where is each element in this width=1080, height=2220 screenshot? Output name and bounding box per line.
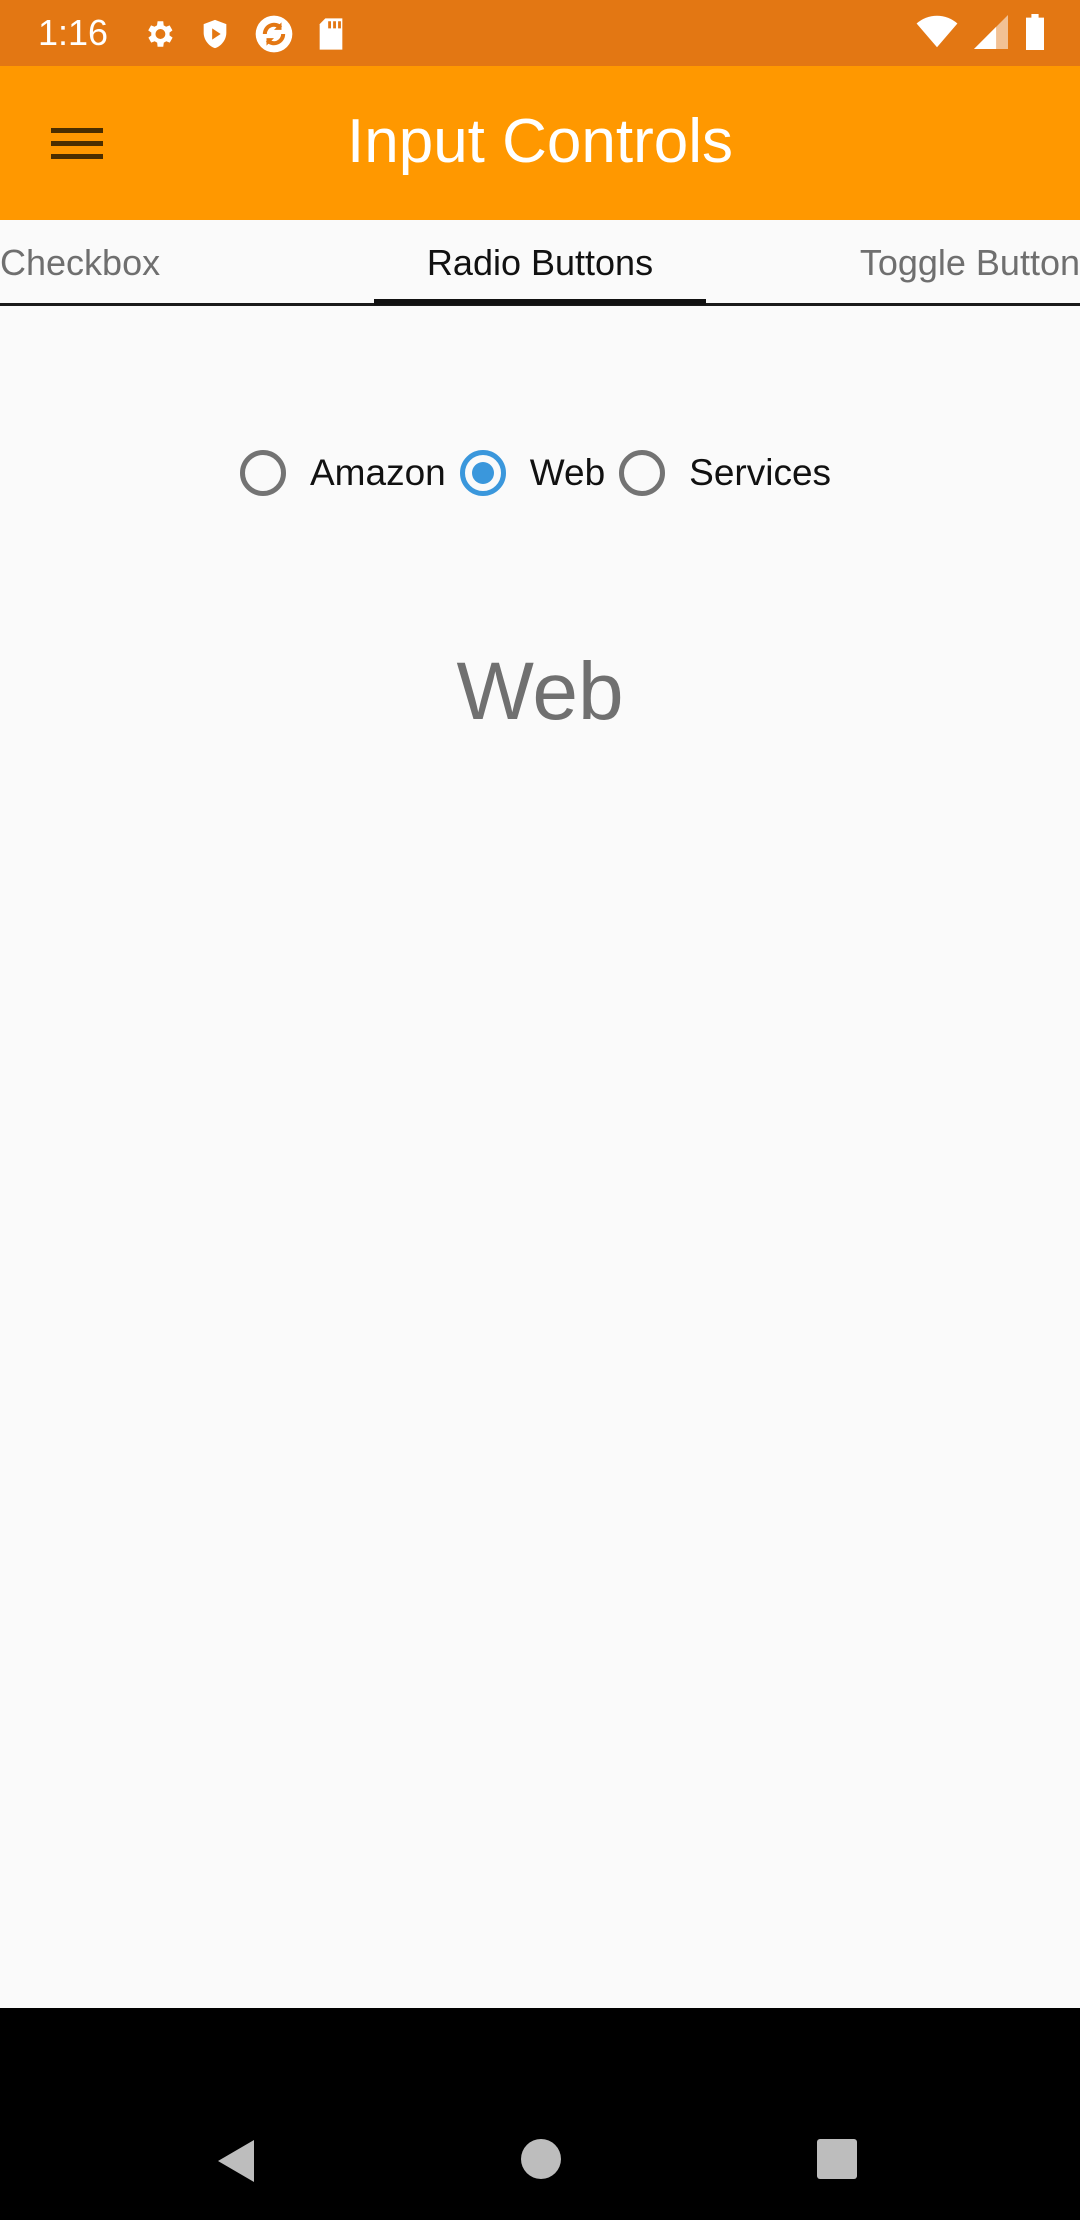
recents-icon[interactable] — [816, 2138, 858, 2180]
radio-option-services[interactable]: Services — [619, 450, 831, 496]
app-title: Input Controls — [347, 107, 733, 176]
sync-icon — [254, 14, 294, 54]
tab-toggle-button[interactable]: Toggle Button — [860, 220, 1080, 306]
selected-option-display: Web — [456, 646, 624, 737]
battery-icon — [1024, 14, 1046, 50]
shield-play-icon — [198, 17, 232, 51]
home-icon[interactable] — [520, 2138, 562, 2180]
radio-option-web[interactable]: Web — [459, 450, 606, 496]
radio-label-services: Services — [689, 452, 832, 493]
status-time: 1:16 — [38, 12, 109, 53]
radio-unchecked-icon[interactable] — [240, 450, 286, 496]
radio-group: Amazon Web Services — [240, 440, 845, 506]
cell-signal-icon — [974, 15, 1008, 49]
status-bar: 1:16 — [0, 0, 1080, 66]
app-bar: Input Controls — [0, 66, 1080, 220]
radio-unchecked-icon[interactable] — [619, 450, 666, 496]
status-notification-icons — [142, 14, 346, 54]
radio-option-amazon[interactable]: Amazon — [240, 450, 446, 496]
radio-label-amazon: Amazon — [310, 452, 446, 493]
tab-checkbox[interactable]: Checkbox — [0, 220, 160, 306]
status-system-icons — [916, 14, 1046, 50]
sd-card-icon — [316, 17, 346, 51]
navigation-bar — [0, 2008, 1080, 2220]
radio-label-web: Web — [529, 452, 606, 493]
tab-indicator — [374, 299, 706, 305]
radio-checked-icon[interactable] — [459, 450, 506, 496]
tab-radio-buttons[interactable]: Radio Buttons — [374, 220, 706, 306]
wifi-icon — [916, 15, 958, 49]
tab-bar: Checkbox Radio Buttons Toggle Button — [0, 220, 1080, 306]
back-icon[interactable] — [216, 2138, 256, 2184]
gear-icon — [142, 17, 176, 51]
